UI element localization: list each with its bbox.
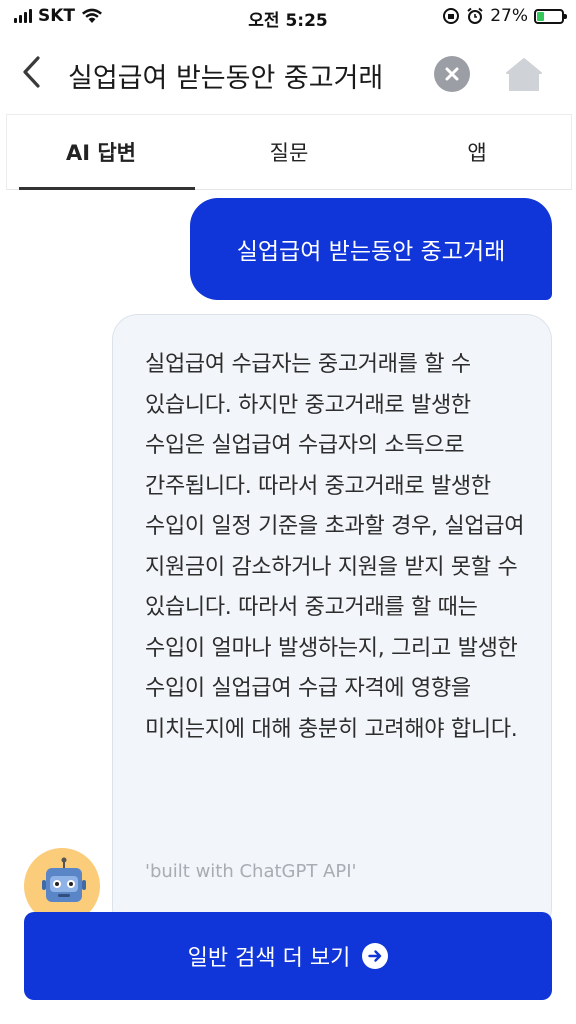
robot-icon [42,857,86,902]
battery-icon [534,8,567,24]
tab-ai-answer[interactable]: AI 답변 [7,115,195,190]
clear-search-button[interactable] [434,56,470,92]
result-tabs: AI 답변 질문 앱 [6,114,572,190]
search-query[interactable]: 실업급여 받는동안 중고거래 [68,56,383,95]
powered-by-note: 'built with ChatGPT API' [145,861,357,882]
battery-fill [537,11,545,21]
home-icon [506,58,542,91]
more-search-label: 일반 검색 더 보기 [187,946,351,971]
orientation-lock-icon [443,8,460,24]
alarm-icon [467,7,483,24]
back-button[interactable] [14,52,48,92]
ai-answer-text: 실업급여 수급자는 중고거래를 할 수 있습니다. 하지만 중고거래로 발생한 … [145,352,525,742]
tab-questions[interactable]: 질문 [195,115,383,189]
close-icon [445,67,459,81]
more-search-button[interactable]: 일반 검색 더 보기 [24,912,552,1000]
status-bar: SKT 오전 5:25 27% [0,0,576,34]
arrow-right-circle-icon [362,943,389,969]
chevron-left-icon [23,56,40,88]
user-message-bubble: 실업급여 받는동안 중고거래 [190,198,552,300]
battery-percent: 27% [490,6,528,26]
user-message-text: 실업급여 받는동안 중고거래 [236,239,506,265]
home-button[interactable] [502,52,546,96]
tab-apps[interactable]: 앱 [383,115,571,189]
search-header: 실업급여 받는동안 중고거래 [0,38,576,108]
ai-answer-bubble: 실업급여 수급자는 중고거래를 할 수 있습니다. 하지만 중고거래로 발생한 … [112,314,552,934]
status-right: 27% [442,6,567,26]
